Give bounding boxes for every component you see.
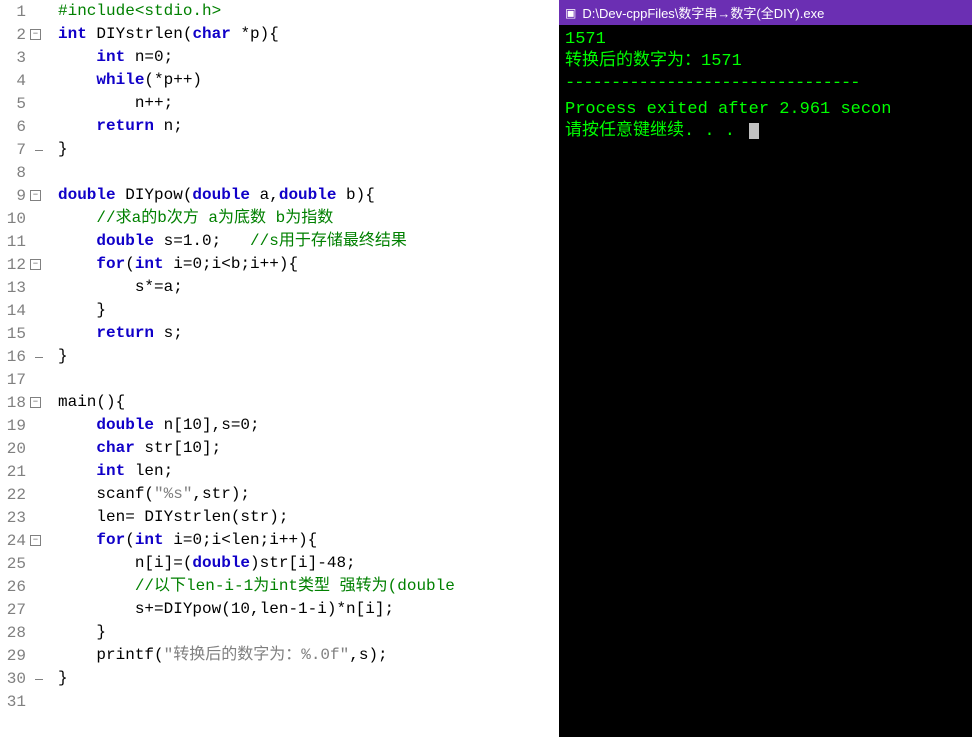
- line-number: 3: [0, 49, 30, 67]
- code-line[interactable]: //求a的b次方 a为底数 b为指数: [58, 207, 559, 230]
- line-number: 23: [0, 509, 30, 527]
- fold-toggle-icon[interactable]: −: [30, 535, 41, 546]
- code-line[interactable]: #include<stdio.h>: [58, 0, 559, 23]
- code-line[interactable]: }: [58, 299, 559, 322]
- line-number: 30: [0, 670, 30, 688]
- gutter: 12−3456789−101112−131415161718−192021222…: [0, 0, 58, 737]
- code-line[interactable]: int DIYstrlen(char *p){: [58, 23, 559, 46]
- code-line[interactable]: double s=1.0; //s用于存储最终结果: [58, 230, 559, 253]
- line-number: 14: [0, 302, 30, 320]
- line-number: 12: [0, 256, 30, 274]
- terminal-divider: --------------------------------: [565, 73, 966, 95]
- code-line[interactable]: }: [58, 621, 559, 644]
- line-number: 6: [0, 118, 30, 136]
- code-line[interactable]: scanf("%s",str);: [58, 483, 559, 506]
- fold-toggle-icon[interactable]: −: [30, 259, 41, 270]
- line-number: 13: [0, 279, 30, 297]
- line-number: 7: [0, 141, 30, 159]
- code-line[interactable]: n++;: [58, 92, 559, 115]
- line-number: 9: [0, 187, 30, 205]
- line-number: 5: [0, 95, 30, 113]
- fold-gutter[interactable]: −: [30, 29, 58, 40]
- code-line[interactable]: }: [58, 138, 559, 161]
- code-line[interactable]: [58, 368, 559, 391]
- code-line[interactable]: for(int i=0;i<len;i++){: [58, 529, 559, 552]
- line-number: 31: [0, 693, 30, 711]
- code-line[interactable]: len= DIYstrlen(str);: [58, 506, 559, 529]
- fold-gutter[interactable]: −: [30, 259, 58, 270]
- terminal-icon: ▣: [565, 6, 576, 20]
- line-number: 16: [0, 348, 30, 366]
- code-line[interactable]: s*=a;: [58, 276, 559, 299]
- terminal-title-text: D:\Dev-cppFiles\数字串→数字(全DIY).exe: [582, 3, 824, 22]
- line-number: 17: [0, 371, 30, 389]
- terminal-output[interactable]: 1571 转换后的数字为：1571 ----------------------…: [559, 25, 972, 737]
- code-area[interactable]: #include<stdio.h>int DIYstrlen(char *p){…: [58, 0, 559, 737]
- line-number: 26: [0, 578, 30, 596]
- code-line[interactable]: while(*p++): [58, 69, 559, 92]
- terminal-line: 转换后的数字为：1571: [565, 51, 966, 73]
- terminal-line: 请按任意键继续. . .: [565, 121, 966, 143]
- line-number: 1: [0, 3, 30, 21]
- line-number: 4: [0, 72, 30, 90]
- fold-gutter[interactable]: −: [30, 397, 58, 408]
- fold-toggle-icon[interactable]: −: [30, 29, 41, 40]
- code-line[interactable]: [58, 161, 559, 184]
- line-number: 2: [0, 26, 30, 44]
- code-line[interactable]: [58, 690, 559, 713]
- cursor-icon: [749, 123, 759, 139]
- terminal-titlebar[interactable]: ▣ D:\Dev-cppFiles\数字串→数字(全DIY).exe: [559, 0, 972, 25]
- code-line[interactable]: char str[10];: [58, 437, 559, 460]
- line-number: 8: [0, 164, 30, 182]
- terminal-line: Process exited after 2.961 secon: [565, 99, 966, 121]
- code-line[interactable]: int n=0;: [58, 46, 559, 69]
- code-line[interactable]: n[i]=(double)str[i]-48;: [58, 552, 559, 575]
- line-number: 27: [0, 601, 30, 619]
- terminal-line: 1571: [565, 29, 966, 51]
- line-number: 10: [0, 210, 30, 228]
- code-line[interactable]: s+=DIYpow(10,len-1-i)*n[i];: [58, 598, 559, 621]
- fold-toggle-icon[interactable]: −: [30, 397, 41, 408]
- code-editor[interactable]: 12−3456789−101112−131415161718−192021222…: [0, 0, 559, 737]
- code-line[interactable]: double DIYpow(double a,double b){: [58, 184, 559, 207]
- fold-toggle-icon[interactable]: −: [30, 190, 41, 201]
- code-line[interactable]: main(){: [58, 391, 559, 414]
- line-number: 19: [0, 417, 30, 435]
- fold-gutter[interactable]: −: [30, 535, 58, 546]
- line-number: 24: [0, 532, 30, 550]
- code-line[interactable]: return n;: [58, 115, 559, 138]
- line-number: 20: [0, 440, 30, 458]
- line-number: 18: [0, 394, 30, 412]
- code-line[interactable]: printf("转换后的数字为：%.0f",s);: [58, 644, 559, 667]
- code-line[interactable]: return s;: [58, 322, 559, 345]
- code-line[interactable]: //以下len-i-1为int类型 强转为(double: [58, 575, 559, 598]
- code-line[interactable]: double n[10],s=0;: [58, 414, 559, 437]
- line-number: 25: [0, 555, 30, 573]
- code-line[interactable]: for(int i=0;i<b;i++){: [58, 253, 559, 276]
- fold-gutter[interactable]: −: [30, 190, 58, 201]
- line-number: 29: [0, 647, 30, 665]
- line-number: 21: [0, 463, 30, 481]
- line-number: 11: [0, 233, 30, 251]
- line-number: 15: [0, 325, 30, 343]
- code-line[interactable]: }: [58, 345, 559, 368]
- line-number: 28: [0, 624, 30, 642]
- line-number: 22: [0, 486, 30, 504]
- code-line[interactable]: }: [58, 667, 559, 690]
- code-line[interactable]: int len;: [58, 460, 559, 483]
- terminal-window: ▣ D:\Dev-cppFiles\数字串→数字(全DIY).exe 1571 …: [559, 0, 972, 737]
